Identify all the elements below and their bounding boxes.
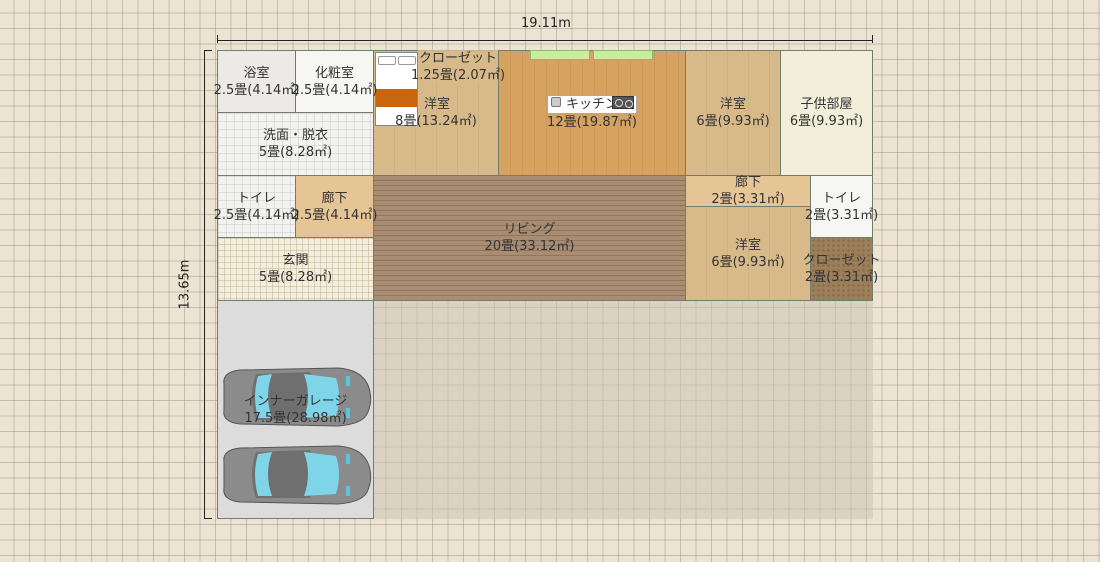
room-hallway-left[interactable]: 廊下 2.5畳(4.14㎡) bbox=[292, 175, 377, 238]
room-area: 2.5畳(4.14㎡) bbox=[213, 82, 300, 98]
room-area: 6畳(9.93㎡) bbox=[711, 254, 785, 270]
room-entrance[interactable]: 玄関 5畳(8.28㎡) bbox=[217, 237, 374, 301]
room-name: 玄関 bbox=[282, 253, 309, 268]
room-name: クローゼット bbox=[802, 253, 881, 268]
room-name: リビング bbox=[503, 222, 556, 237]
room-name: 洋室 bbox=[719, 97, 746, 112]
room-western-6-bottom[interactable]: 洋室 6畳(9.93㎡) bbox=[685, 206, 811, 301]
room-area: 5畳(8.28㎡) bbox=[258, 270, 333, 285]
room-name: 洋室 bbox=[734, 237, 761, 253]
empty-lot-area bbox=[373, 300, 873, 519]
floor-plan: 19.11m 13.65m 浴室 2.5畳(4.14㎡) 化粧室 2.5畳(4.… bbox=[0, 0, 1100, 562]
room-name: 浴室 bbox=[243, 65, 270, 81]
stove-icon bbox=[612, 96, 634, 109]
room-name: トイレ bbox=[236, 190, 276, 206]
room-area: 17.5畳(28.98㎡) bbox=[244, 410, 347, 426]
room-western-6-top[interactable]: 洋室 6畳(9.93㎡) bbox=[685, 50, 781, 176]
room-name: トイレ bbox=[821, 190, 861, 206]
room-name: 子供部屋 bbox=[800, 97, 853, 112]
room-area: 5畳(8.28㎡) bbox=[258, 145, 333, 160]
room-area: 2.5畳(4.14㎡) bbox=[291, 207, 378, 223]
width-dimension-label: 19.11m bbox=[521, 16, 571, 31]
room-area: 12畳(19.87㎡) bbox=[547, 115, 637, 130]
kitchen-window-right bbox=[593, 50, 653, 60]
room-area: 1.25畳(2.07㎡) bbox=[410, 68, 506, 83]
room-hallway-right[interactable]: 廊下 2畳(3.31㎡) bbox=[685, 175, 811, 207]
room-name: 廊下 bbox=[321, 190, 348, 206]
room-area: 8畳(13.24㎡) bbox=[395, 114, 477, 129]
room-washroom[interactable]: 洗面・脱衣 5畳(8.28㎡) bbox=[217, 112, 374, 176]
room-kitchen[interactable]: キッチン 12畳(19.87㎡) bbox=[498, 50, 686, 176]
room-kids-room[interactable]: 子供部屋 6畳(9.93㎡) bbox=[780, 50, 873, 176]
room-powder-room[interactable]: 化粧室 2.5畳(4.14㎡) bbox=[292, 50, 377, 113]
room-area: 2畳(3.31㎡) bbox=[711, 192, 785, 207]
room-name: 廊下 bbox=[734, 175, 761, 190]
room-name: 洗面・脱衣 bbox=[262, 128, 328, 143]
room-area: 2畳(3.31㎡) bbox=[804, 207, 879, 223]
room-area: 20畳(33.12㎡) bbox=[484, 239, 575, 254]
sink-icon bbox=[551, 97, 561, 107]
room-closet-small[interactable]: クローゼット 1.25畳(2.07㎡) bbox=[411, 50, 505, 84]
room-area: 6畳(9.93㎡) bbox=[789, 114, 864, 129]
room-toilet-left[interactable]: トイレ 2.5畳(4.14㎡) bbox=[214, 175, 299, 238]
room-closet[interactable]: クローゼット 2畳(3.31㎡) bbox=[803, 237, 881, 301]
height-dimension-line bbox=[204, 50, 205, 519]
width-dimension-line bbox=[217, 40, 873, 41]
room-name: 化粧室 bbox=[314, 65, 354, 81]
height-dimension-label: 13.65m bbox=[177, 259, 193, 310]
car-icon-bottom bbox=[223, 445, 372, 505]
room-name: インナーガレージ bbox=[243, 393, 348, 409]
room-area: 6畳(9.93㎡) bbox=[696, 114, 770, 129]
kitchen-window-left bbox=[530, 50, 590, 60]
room-area: 2.5畳(4.14㎡) bbox=[213, 207, 300, 223]
room-area: 2畳(3.31㎡) bbox=[804, 270, 879, 285]
room-toilet-right[interactable]: トイレ 2畳(3.31㎡) bbox=[805, 175, 878, 238]
room-name: 洋室 bbox=[423, 97, 450, 112]
room-name: クローゼット bbox=[418, 51, 497, 66]
room-living[interactable]: リビング 20畳(33.12㎡) bbox=[373, 175, 686, 301]
room-bathroom[interactable]: 浴室 2.5畳(4.14㎡) bbox=[214, 50, 299, 113]
room-area: 2.5畳(4.14㎡) bbox=[291, 82, 378, 98]
